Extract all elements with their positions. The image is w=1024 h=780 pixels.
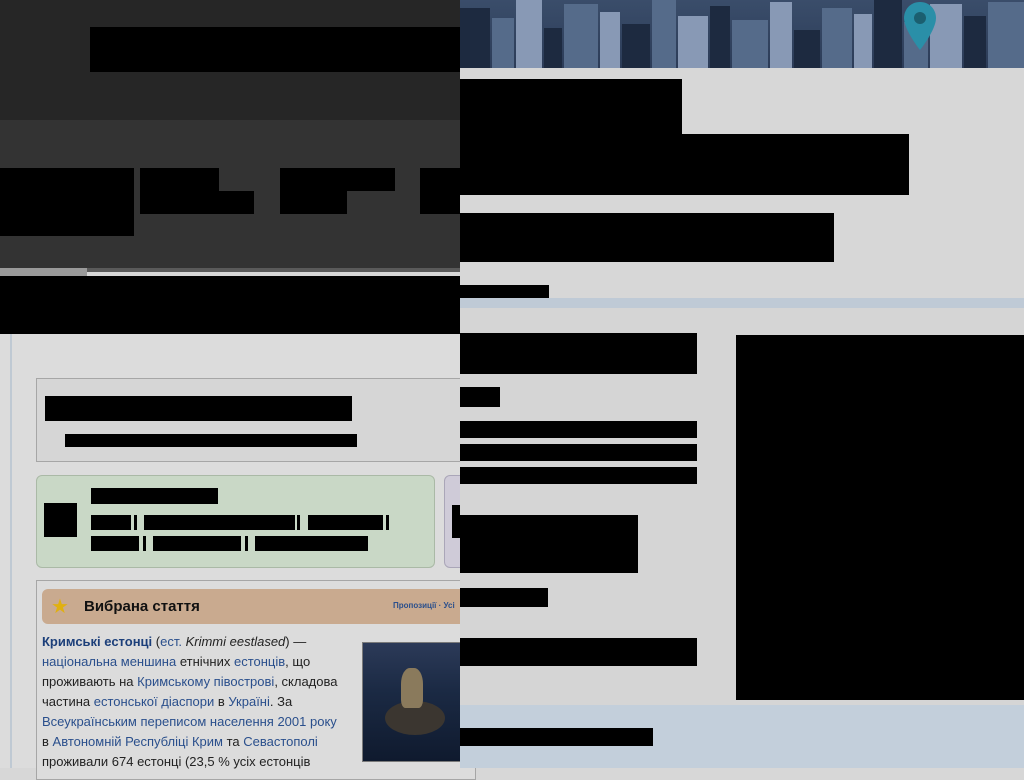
redacted-card-line <box>460 421 697 438</box>
text-fragment: в <box>42 734 53 749</box>
text-fragment: ) — <box>285 634 307 649</box>
portal-icon <box>452 505 460 538</box>
redacted-welcome-title <box>45 396 352 421</box>
building-shape <box>622 24 650 68</box>
redacted-portal-link[interactable] <box>91 536 139 551</box>
tab-strip <box>87 268 460 272</box>
redacted-card-button[interactable] <box>460 515 638 573</box>
link-crimean-peninsula[interactable]: Кримському півострові <box>137 674 274 689</box>
redacted-nav-item[interactable] <box>0 168 134 236</box>
building-shape <box>794 30 820 68</box>
link-sevastopol[interactable]: Севастополі <box>243 734 318 749</box>
redacted-card-label <box>460 387 500 407</box>
featured-article-image[interactable] <box>362 642 462 762</box>
building-shape <box>516 0 542 68</box>
estonian-name: Krimmi eestlased <box>185 634 286 649</box>
link-estonian-language[interactable]: ест. <box>160 634 182 649</box>
building-shape <box>600 12 620 68</box>
article-link-crimean-estonians[interactable]: Кримські естонці <box>42 634 152 649</box>
star-icon: ★ <box>51 596 69 618</box>
link-national-minority[interactable]: національна меншина <box>42 654 176 669</box>
redacted-label <box>460 285 549 299</box>
link-estonian-diaspora[interactable]: естонської діаспори <box>94 694 214 709</box>
building-shape <box>710 6 730 68</box>
redacted-card-line <box>460 467 697 484</box>
active-tab-indicator <box>0 268 87 276</box>
redacted-portal-link[interactable] <box>153 536 241 551</box>
redacted-nav-item[interactable] <box>140 191 254 214</box>
page-border <box>10 334 12 768</box>
building-shape <box>854 14 872 68</box>
redacted-nav-item[interactable] <box>140 168 219 191</box>
building-shape <box>544 28 562 68</box>
redacted-portal-link[interactable] <box>91 515 131 530</box>
redacted-portal-link[interactable] <box>308 515 383 530</box>
building-shape <box>988 2 1024 68</box>
featured-article-links[interactable]: Пропозиції · Усі <box>393 601 455 610</box>
redacted-nav-item[interactable] <box>420 168 460 214</box>
redacted-logo-block <box>90 27 460 72</box>
portal-icon <box>44 503 77 537</box>
redacted-nav-item[interactable] <box>280 168 395 191</box>
building-shape <box>732 20 768 68</box>
redacted-portal-link[interactable] <box>255 536 368 551</box>
redacted-heading <box>460 79 682 134</box>
building-shape <box>874 0 902 68</box>
text-fragment: в <box>214 694 229 709</box>
redacted-card-line <box>460 638 697 666</box>
redacted-subheading <box>460 213 834 262</box>
redacted-media-panel[interactable] <box>736 335 1024 700</box>
featured-article-title: Вибрана стаття <box>84 598 200 615</box>
link-ukraine[interactable]: Україні <box>228 694 270 709</box>
building-shape <box>770 2 792 68</box>
building-shape <box>652 0 676 68</box>
link-crimea-republic[interactable]: Автономній Республіці Крим <box>53 734 223 749</box>
building-shape <box>564 4 598 68</box>
redacted-footer-text <box>460 728 653 746</box>
redacted-heading <box>460 134 909 195</box>
link-estonians[interactable]: естонців <box>234 654 285 669</box>
redacted-portal-link[interactable] <box>144 515 295 530</box>
redacted-card-line <box>460 444 697 461</box>
building-shape <box>460 8 490 68</box>
building-shape <box>964 16 986 68</box>
link-separator <box>143 536 146 551</box>
redacted-portal-title <box>91 488 218 504</box>
text-fragment: проживали 674 естонці (23,5 % усіх естон… <box>42 754 311 769</box>
map-pin-icon[interactable] <box>902 0 938 52</box>
building-shape <box>492 18 514 68</box>
redacted-welcome-subtitle <box>65 434 357 447</box>
redacted-card-title <box>460 333 697 374</box>
redacted-nav-item[interactable] <box>280 191 347 214</box>
text-fragment: етнічних <box>176 654 234 669</box>
link-separator <box>245 536 248 551</box>
building-shape <box>822 8 852 68</box>
link-separator <box>386 515 389 530</box>
statue-shape <box>401 668 423 708</box>
text-fragment: та <box>222 734 244 749</box>
featured-article-text: Кримські естонці (ест. Krimmi eestlased)… <box>42 632 347 772</box>
redacted-card-label <box>460 588 548 607</box>
building-shape <box>678 16 708 68</box>
text-fragment: . За <box>269 694 293 709</box>
link-census-2001[interactable]: Всеукраїнським переписом населення 2001 … <box>42 714 337 729</box>
redacted-toolbar <box>0 276 460 334</box>
link-separator <box>297 515 300 530</box>
text-fragment: ( <box>152 634 161 649</box>
link-separator <box>134 515 137 530</box>
city-skyline-map[interactable] <box>460 0 1024 68</box>
section-divider <box>460 298 1024 308</box>
